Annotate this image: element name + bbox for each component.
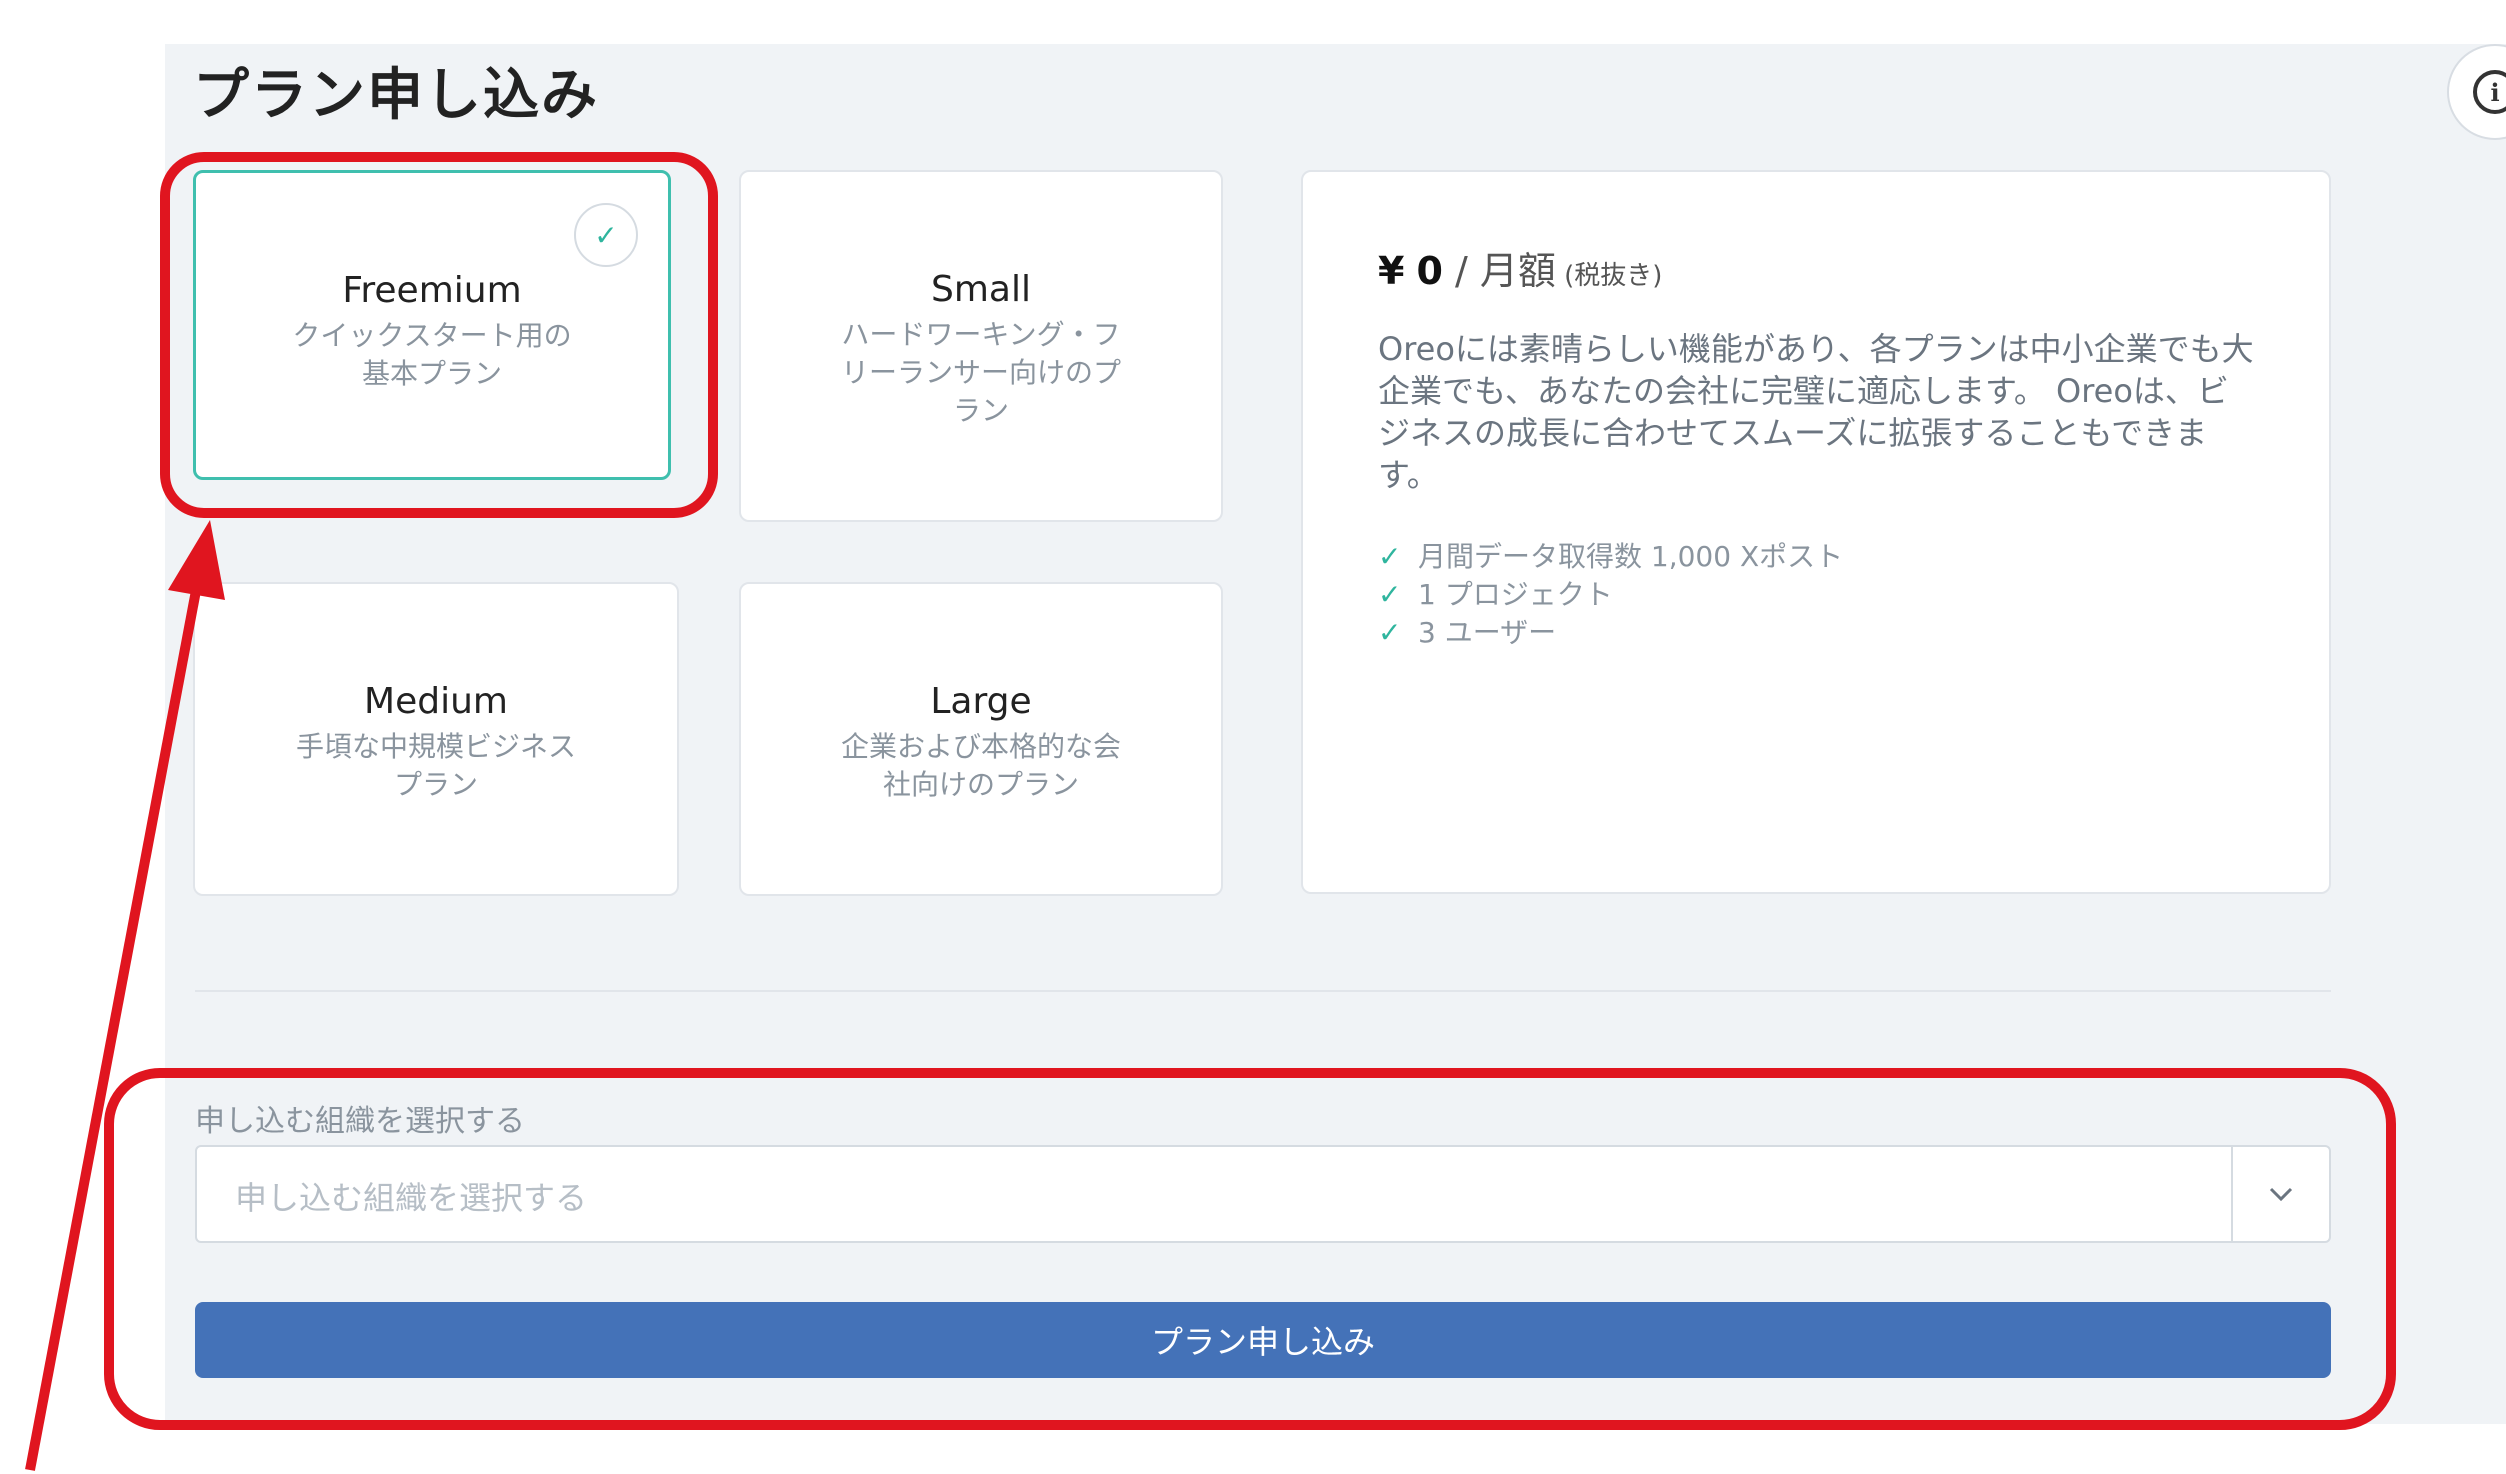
annotation-arrow-icon — [25, 520, 225, 1471]
